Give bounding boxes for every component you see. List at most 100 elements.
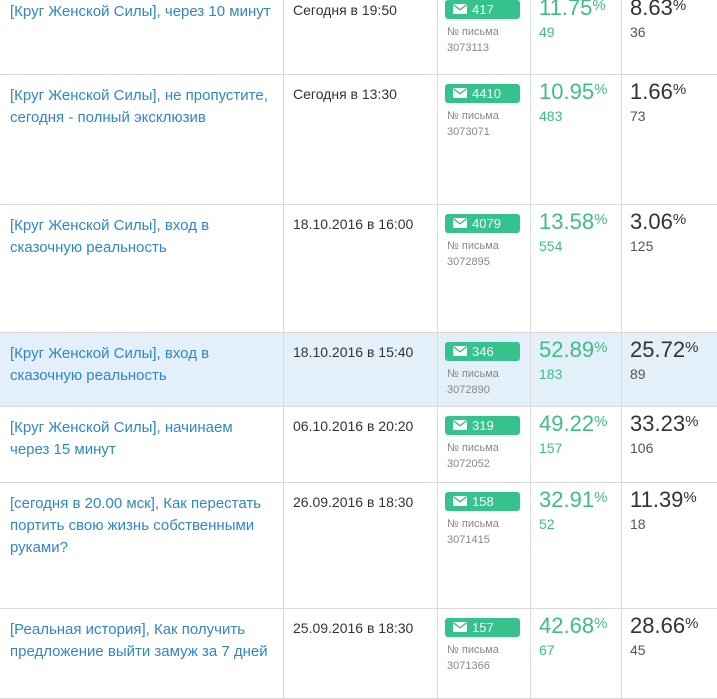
- sent-count: 4079: [472, 216, 501, 231]
- percent-sign: %: [594, 81, 608, 98]
- date-cell: Сегодня в 19:50: [284, 0, 438, 74]
- subject-cell: [сегодня в 20.00 мск], Как перестать пор…: [0, 483, 284, 608]
- email-subject-link[interactable]: [Реальная история], Как получить предлож…: [10, 619, 272, 663]
- clicks-count: 73: [630, 108, 646, 124]
- sent-count-badge[interactable]: 157: [445, 618, 520, 637]
- date-cell: 18.10.2016 в 16:00: [284, 205, 438, 332]
- send-date: Сегодня в 13:30: [293, 86, 397, 102]
- click-rate-cell: 25.72% 89: [622, 333, 717, 406]
- percent-sign: %: [672, 211, 687, 228]
- open-rate-cell: 11.75% 49: [531, 0, 622, 74]
- opens-count: 49: [539, 24, 555, 40]
- open-rate: 13.58%: [539, 209, 608, 234]
- email-subject-link[interactable]: [Круг Женской Силы], через 10 минут: [10, 1, 272, 23]
- table-row: [Круг Женской Силы], вход в сказочную ре…: [0, 205, 717, 333]
- click-rate: 1.66%: [630, 79, 687, 104]
- send-date: 25.09.2016 в 18:30: [293, 620, 414, 636]
- message-cell: 157 № письма 3071366: [438, 609, 531, 698]
- send-date: 18.10.2016 в 15:40: [293, 344, 414, 360]
- percent-sign: %: [592, 0, 606, 14]
- table-row: [Круг Женской Силы], не пропустите, сего…: [0, 75, 717, 205]
- email-subject-link[interactable]: [Круг Женской Силы], начинаем через 15 м…: [10, 417, 272, 461]
- table-row: [сегодня в 20.00 мск], Как перестать пор…: [0, 483, 717, 609]
- subject-cell: [Круг Женской Силы], вход в сказочную ре…: [0, 333, 284, 406]
- percent-sign: %: [594, 489, 608, 506]
- percent-sign: %: [685, 339, 699, 356]
- open-rate: 32.91%: [539, 487, 608, 512]
- message-number: 3071415: [447, 534, 490, 546]
- envelope-icon: [453, 218, 467, 228]
- open-rate-cell: 13.58% 554: [531, 205, 622, 332]
- clicks-count: 125: [630, 238, 654, 254]
- message-number: 3073113: [447, 42, 490, 54]
- percent-sign: %: [594, 615, 608, 632]
- percent-sign: %: [594, 339, 608, 356]
- envelope-icon: [453, 622, 467, 632]
- email-subject-link[interactable]: [Круг Женской Силы], не пропустите, сего…: [10, 85, 272, 129]
- message-number: 3072052: [447, 458, 490, 470]
- date-cell: 18.10.2016 в 15:40: [284, 333, 438, 406]
- open-rate: 49.22%: [539, 411, 608, 436]
- sent-count: 158: [472, 494, 494, 509]
- sent-count-badge[interactable]: 417: [445, 0, 520, 19]
- clicks-count: 18: [630, 516, 646, 532]
- click-rate: 11.39%: [630, 487, 697, 512]
- clicks-count: 106: [630, 440, 654, 456]
- clicks-count: 89: [630, 366, 646, 382]
- message-number: 3072890: [447, 384, 490, 396]
- date-cell: 26.09.2016 в 18:30: [284, 483, 438, 608]
- click-rate: 33.23%: [630, 411, 699, 436]
- subject-cell: [Круг Женской Силы], начинаем через 15 м…: [0, 407, 284, 482]
- message-number-label: № письма: [447, 518, 499, 530]
- opens-count: 52: [539, 516, 555, 532]
- date-cell: Сегодня в 13:30: [284, 75, 438, 204]
- percent-sign: %: [672, 81, 687, 98]
- message-number-label: № письма: [447, 442, 499, 454]
- click-rate-cell: 3.06% 125: [622, 205, 717, 332]
- percent-sign: %: [594, 413, 608, 430]
- message-number-label: № письма: [447, 26, 499, 38]
- sent-count: 417: [472, 2, 494, 17]
- sent-count-badge[interactable]: 4410: [445, 84, 520, 103]
- sent-count-badge[interactable]: 319: [445, 416, 520, 435]
- open-rate-cell: 49.22% 157: [531, 407, 622, 482]
- table-row: [Круг Женской Силы], вход в сказочную ре…: [0, 333, 717, 407]
- message-number-label: № письма: [447, 368, 499, 380]
- opens-count: 67: [539, 642, 555, 658]
- open-rate: 52.89%: [539, 337, 608, 362]
- message-number: 3072895: [447, 256, 490, 268]
- sent-count: 346: [472, 344, 494, 359]
- send-date: 06.10.2016 в 20:20: [293, 418, 414, 434]
- sent-count: 319: [472, 418, 494, 433]
- sent-count-badge[interactable]: 158: [445, 492, 520, 511]
- sent-count: 4410: [472, 86, 501, 101]
- click-rate: 25.72%: [630, 337, 699, 362]
- email-subject-link[interactable]: [сегодня в 20.00 мск], Как перестать пор…: [10, 493, 272, 559]
- percent-sign: %: [672, 0, 687, 14]
- click-rate-cell: 8.63% 36: [622, 0, 717, 74]
- click-rate-cell: 28.66% 45: [622, 609, 717, 698]
- message-number: 3073071: [447, 126, 490, 138]
- email-subject-link[interactable]: [Круг Женской Силы], вход в сказочную ре…: [10, 215, 272, 259]
- table-row: [Реальная история], Как получить предлож…: [0, 609, 717, 699]
- sent-count-badge[interactable]: 4079: [445, 214, 520, 233]
- envelope-icon: [453, 346, 467, 356]
- click-rate: 28.66%: [630, 613, 699, 638]
- envelope-icon: [453, 496, 467, 506]
- open-rate-cell: 10.95% 483: [531, 75, 622, 204]
- percent-sign: %: [685, 615, 699, 632]
- opens-count: 483: [539, 108, 563, 124]
- open-rate-cell: 52.89% 183: [531, 333, 622, 406]
- envelope-icon: [453, 420, 467, 430]
- click-rate: 3.06%: [630, 209, 687, 234]
- percent-sign: %: [685, 413, 699, 430]
- sent-count-badge[interactable]: 346: [445, 342, 520, 361]
- date-cell: 25.09.2016 в 18:30: [284, 609, 438, 698]
- subject-cell: [Круг Женской Силы], через 10 минут: [0, 0, 284, 74]
- message-number-label: № письма: [447, 644, 499, 656]
- message-cell: 4079 № письма 3072895: [438, 205, 531, 332]
- email-subject-link[interactable]: [Круг Женской Силы], вход в сказочную ре…: [10, 343, 272, 387]
- clicks-count: 45: [630, 642, 646, 658]
- subject-cell: [Круг Женской Силы], не пропустите, сего…: [0, 75, 284, 204]
- click-rate-cell: 33.23% 106: [622, 407, 717, 482]
